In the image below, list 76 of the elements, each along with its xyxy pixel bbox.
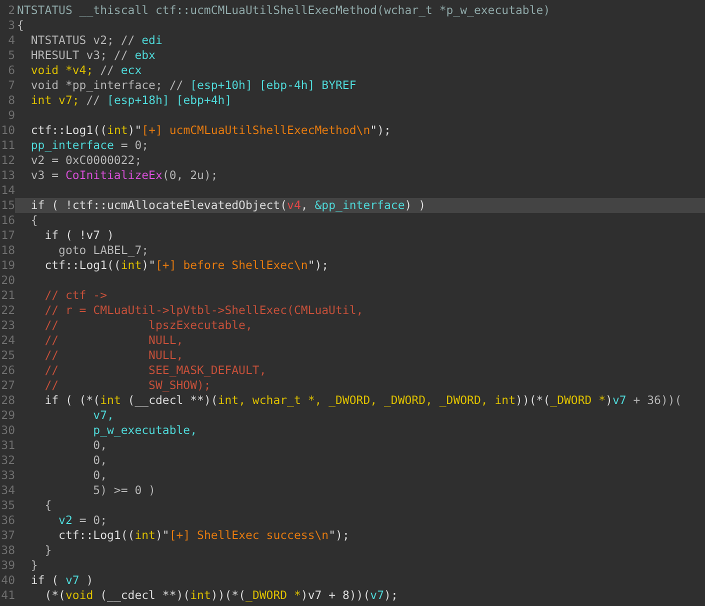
code-line: pp_interface = 0; [30,138,150,153]
line-number: 3 [7,18,15,33]
code-line: v7, [92,408,115,423]
code-line: goto LABEL_7; [58,243,150,258]
code-line: if ( v7 ) [30,573,94,588]
line-number: 35 [0,498,15,513]
code-line: 0, [92,468,108,483]
line-number: 26 [0,363,15,378]
code-line: // r = CMLuaUtil->lpVtbl->ShellExec(CMLuaUtil, [44,303,364,318]
line-number: 10 [0,123,15,138]
code-line: // lpszExecutable, [44,318,254,333]
line-number: 33 [0,468,15,483]
code-line: // NULL, [44,333,184,348]
line-number: 25 [0,348,15,363]
code-line: void *pp_interface; // [esp+10h] [ebp-4h] BYREF [30,78,358,93]
code-line: if ( !v7 ) [44,228,115,243]
code-line: NTSTATUS v2; // edi [30,33,164,48]
line-number: 2 [7,3,15,18]
code-line: { [16,18,25,33]
line-number: 22 [0,303,15,318]
line-number: 41 [0,588,15,603]
code-line: void *v4; // ecx [30,63,143,78]
line-number: 9 [7,108,15,123]
code-line: // SW_SHOW); [44,378,212,393]
line-number: 5 [7,48,15,63]
line-number: 28 [0,393,15,408]
line-number: 23 [0,318,15,333]
line-number: 19 [0,258,15,273]
line-number: 39 [0,558,15,573]
line-number: 18 [0,243,15,258]
code-line: int v7; // [esp+18h] [ebp+4h] [30,93,233,108]
code-line: // NULL, [44,348,184,363]
line-number: 38 [0,543,15,558]
code-line: { [30,213,39,228]
line-number: 13 [0,168,15,183]
code-line: // SEE_MASK_DEFAULT, [44,363,268,378]
code-line: 0, [92,453,108,468]
line-number: 11 [0,138,15,153]
code-line: HRESULT v3; // ebx [30,48,156,63]
code-line: } [44,543,53,558]
line-number: 21 [0,288,15,303]
code-line: ctf::Log1((int)"[+] ShellExec success\n"); [58,528,350,543]
line-number: 30 [0,423,15,438]
code-line: } [30,558,39,573]
code-line: NTSTATUS __thiscall ctf::ucmCMLuaUtilShellExecMethod(wchar_t *p_w_executable) [16,3,552,18]
code-line: v3 = CoInitializeEx(0, 2u); [30,168,219,183]
line-number: 36 [0,513,15,528]
code-line: { [44,498,53,513]
line-number: 31 [0,438,15,453]
line-number: 32 [0,453,15,468]
line-number: 20 [0,273,15,288]
line-number: 6 [7,63,15,78]
line-number: 12 [0,153,15,168]
line-number: 40 [0,573,15,588]
line-number: 24 [0,333,15,348]
code-line: 0, [92,438,108,453]
line-number: 37 [0,528,15,543]
line-number: 14 [0,183,15,198]
line-number: 29 [0,408,15,423]
code-line: v2 = 0; [58,513,108,528]
code-line: ctf::Log1((int)"[+] ucmCMLuaUtilShellExecMethod\n"); [30,123,392,138]
line-number: 4 [7,33,15,48]
code-line: 5) >= 0 ) [92,483,156,498]
line-number: 27 [0,378,15,393]
line-number: 8 [7,93,15,108]
code-line: (*(void (__cdecl **)(int))(*(_DWORD *)v7 + 8))(v7); [44,588,399,603]
line-number: 7 [7,78,15,93]
code-line: if ( (*(int (__cdecl **)(int, wchar_t *, _DWORD, _DWORD, _DWORD, int))(*(_DWORD *)v7 + 36))( [44,393,683,408]
code-line: p_w_executable, [92,423,198,438]
line-number: 34 [0,483,15,498]
line-number: 16 [0,213,15,228]
code-line: v2 = 0xC0000022; [30,153,143,168]
code-line: ctf::Log1((int)"[+] before ShellExec\n"); [44,258,330,273]
line-number: 15 [0,198,15,213]
code-line: // ctf -> [44,288,108,303]
line-number: 17 [0,228,15,243]
